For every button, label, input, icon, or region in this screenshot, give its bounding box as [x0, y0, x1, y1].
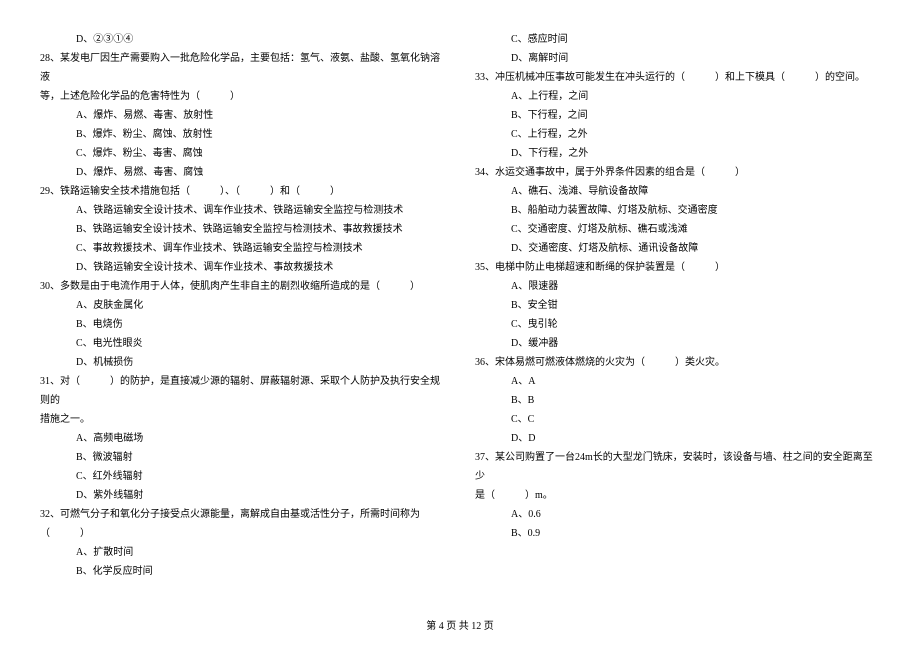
q34-option-b: B、船舶动力装置故障、灯塔及航标、交通密度 [475, 201, 880, 220]
q33-option-a: A、上行程，之间 [475, 87, 880, 106]
q32-option-a: A、扩散时间 [40, 543, 445, 562]
q35-option-a: A、限速器 [475, 277, 880, 296]
q32-option-b: B、化学反应时间 [40, 562, 445, 581]
q28-option-a: A、爆炸、易燃、毒害、放射性 [40, 106, 445, 125]
q31-option-d: D、紫外线辐射 [40, 486, 445, 505]
q34-option-c: C、交通密度、灯塔及航标、礁石或浅滩 [475, 220, 880, 239]
q30-option-d: D、机械损伤 [40, 353, 445, 372]
q28-option-d: D、爆炸、易燃、毒害、腐蚀 [40, 163, 445, 182]
q31-text: 31、对（ ）的防护，是直接减少源的辐射、屏蔽辐射源、采取个人防护及执行安全规则… [40, 372, 445, 410]
q31-option-a: A、高频电磁场 [40, 429, 445, 448]
q31-text-cont: 措施之一。 [40, 410, 445, 429]
q29-option-d: D、铁路运输安全设计技术、调车作业技术、事故救援技术 [40, 258, 445, 277]
q35-option-d: D、缓冲器 [475, 334, 880, 353]
q28-option-c: C、爆炸、粉尘、毒害、腐蚀 [40, 144, 445, 163]
q29-text: 29、铁路运输安全技术措施包括（ ）、（ ）和（ ） [40, 182, 445, 201]
q30-text: 30、多数是由于电流作用于人体，使肌肉产生非自主的剧烈收缩所造成的是（ ） [40, 277, 445, 296]
page-footer: 第 4 页 共 12 页 [0, 617, 920, 636]
q36-option-a: A、A [475, 372, 880, 391]
q34-text: 34、水运交通事故中，属于外界条件因素的组合是（ ） [475, 163, 880, 182]
q36-option-c: C、C [475, 410, 880, 429]
left-column: D、②③①④ 28、某发电厂因生产需要购入一批危险化学品，主要包括：氢气、液氨、… [40, 30, 445, 581]
q35-option-b: B、安全钳 [475, 296, 880, 315]
q31-option-b: B、微波辐射 [40, 448, 445, 467]
q37-option-a: A、0.6 [475, 505, 880, 524]
q32-text: 32、可燃气分子和氧化分子接受点火源能量，离解成自由基或活性分子，所需时间称为（… [40, 505, 445, 543]
q33-text: 33、冲压机械冲压事故可能发生在冲头运行的（ ）和上下模具（ ）的空间。 [475, 68, 880, 87]
q27-option-d: D、②③①④ [40, 30, 445, 49]
q37-option-b: B、0.9 [475, 524, 880, 543]
q28-option-b: B、爆炸、粉尘、腐蚀、放射性 [40, 125, 445, 144]
q37-text-cont: 是（ ）m。 [475, 486, 880, 505]
q30-option-a: A、皮肤金属化 [40, 296, 445, 315]
q34-option-d: D、交通密度、灯塔及航标、通讯设备故障 [475, 239, 880, 258]
q33-option-b: B、下行程，之间 [475, 106, 880, 125]
q35-text: 35、电梯中防止电梯超速和断绳的保护装置是（ ） [475, 258, 880, 277]
q36-option-b: B、B [475, 391, 880, 410]
q37-text: 37、某公司购置了一台24m长的大型龙门铣床，安装时，该设备与墙、柱之间的安全距… [475, 448, 880, 486]
q29-option-b: B、铁路运输安全设计技术、铁路运输安全监控与检测技术、事故救援技术 [40, 220, 445, 239]
q30-option-c: C、电光性眼炎 [40, 334, 445, 353]
q28-text: 28、某发电厂因生产需要购入一批危险化学品，主要包括：氢气、液氨、盐酸、氢氧化钠… [40, 49, 445, 87]
right-column: C、感应时间 D、离解时间 33、冲压机械冲压事故可能发生在冲头运行的（ ）和上… [475, 30, 880, 581]
q30-option-b: B、电烧伤 [40, 315, 445, 334]
q32-option-c: C、感应时间 [475, 30, 880, 49]
q34-option-a: A、礁石、浅滩、导航设备故障 [475, 182, 880, 201]
q33-option-d: D、下行程，之外 [475, 144, 880, 163]
q31-option-c: C、红外线辐射 [40, 467, 445, 486]
q29-option-a: A、铁路运输安全设计技术、调车作业技术、铁路运输安全监控与检测技术 [40, 201, 445, 220]
q33-option-c: C、上行程，之外 [475, 125, 880, 144]
q32-option-d: D、离解时间 [475, 49, 880, 68]
q28-text-cont: 等，上述危险化学品的危害特性为（ ） [40, 87, 445, 106]
q29-option-c: C、事故救援技术、调车作业技术、铁路运输安全监控与检测技术 [40, 239, 445, 258]
q36-text: 36、宋体易燃可燃液体燃烧的火灾为（ ）类火灾。 [475, 353, 880, 372]
q35-option-c: C、曳引轮 [475, 315, 880, 334]
q36-option-d: D、D [475, 429, 880, 448]
